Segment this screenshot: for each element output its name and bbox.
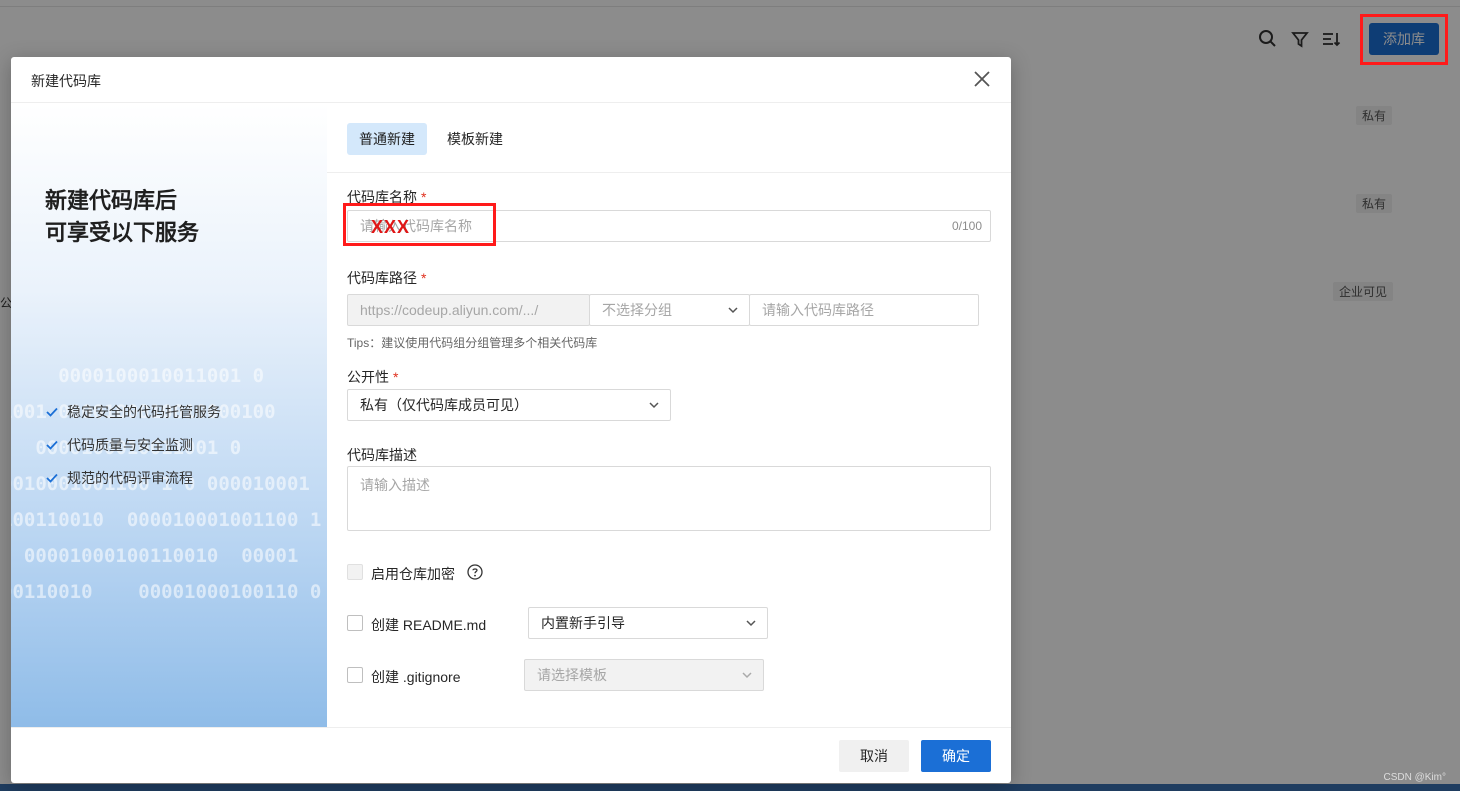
form-panel: 普通新建 模板新建 代码库名称 * 请输入代码库名称 0/100 代码库路径 * h… [327,103,1011,727]
new-repo-dialog: 新建代码库 0000100010011001 0 1001 0000100010… [11,57,1011,783]
group-select[interactable]: 不选择分组 [589,294,750,326]
gitignore-select-value: 请选择模板 [537,667,607,683]
chevron-down-icon [728,307,738,314]
check-icon [46,473,58,483]
repo-path-input[interactable]: 请输入代码库路径 [749,294,979,326]
visibility-select[interactable]: 私有（仅代码库成员可见） [347,389,671,421]
gitignore-checkbox[interactable] [347,667,363,683]
cancel-button[interactable]: 取消 [839,740,909,772]
feature-label: 规范的代码评审流程 [67,469,193,486]
watermark: CSDN @Kim° [1383,772,1447,783]
tab-template-create[interactable]: 模板新建 [435,123,515,155]
annotation-text: XXX [371,217,411,237]
create-mode-tabs: 普通新建 模板新建 [327,103,1011,173]
visibility-label: 公开性 * [347,369,399,385]
dialog-header: 新建代码库 [11,57,1011,103]
chevron-down-icon [742,672,752,679]
gitignore-label: 创建 .gitignore [371,669,461,685]
visibility-value: 私有（仅代码库成员可见） [360,397,528,413]
feature-item: 规范的代码评审流程 [45,461,221,494]
repo-path-label: 代码库路径 * [347,270,427,286]
chevron-down-icon [649,402,659,409]
encrypt-label: 启用仓库加密 [371,566,455,582]
feature-label: 稳定安全的代码托管服务 [67,403,221,420]
check-icon [46,440,58,450]
feature-item: 代码质量与安全监测 [45,428,221,461]
confirm-button[interactable]: 确定 [921,740,991,772]
readme-select-value: 内置新手引导 [541,615,625,631]
group-select-placeholder: 不选择分组 [602,302,672,318]
description-placeholder: 请输入描述 [360,477,430,493]
description-label: 代码库描述 [347,447,417,463]
gitignore-template-select[interactable]: 请选择模板 [524,659,764,691]
dialog-footer: 取消 确定 [11,727,1011,783]
path-tips: Tips：建议使用代码组分组管理多个相关代码库 [347,336,598,350]
readme-label: 创建 README.md [371,617,487,633]
close-icon[interactable] [971,68,993,90]
readme-template-select[interactable]: 内置新手引导 [528,607,768,639]
help-icon[interactable] [467,564,483,580]
description-textarea[interactable]: 请输入描述 [347,466,991,531]
check-icon [46,407,58,417]
path-prefix-field: https://codeup.aliyun.com/.../ [347,294,590,326]
chevron-down-icon [746,620,756,627]
dialog-title: 新建代码库 [31,73,101,89]
annotation-highlight-box [1360,14,1448,65]
readme-checkbox[interactable] [347,615,363,631]
char-counter: 0/100 [951,219,982,233]
encrypt-checkbox[interactable] [347,564,363,580]
tab-normal-create[interactable]: 普通新建 [347,123,427,155]
feature-list: 稳定安全的代码托管服务 代码质量与安全监测 规范的代码评审流程 [45,395,221,494]
annotation-highlight-box [343,203,496,246]
feature-label: 代码质量与安全监测 [67,436,193,453]
service-side-panel: 0000100010011001 0 1001 0000100010010000… [11,103,327,727]
repo-path-placeholder: 请输入代码库路径 [762,302,874,318]
side-headline: 新建代码库后 可享受以下服务 [45,188,200,245]
feature-item: 稳定安全的代码托管服务 [45,395,221,428]
